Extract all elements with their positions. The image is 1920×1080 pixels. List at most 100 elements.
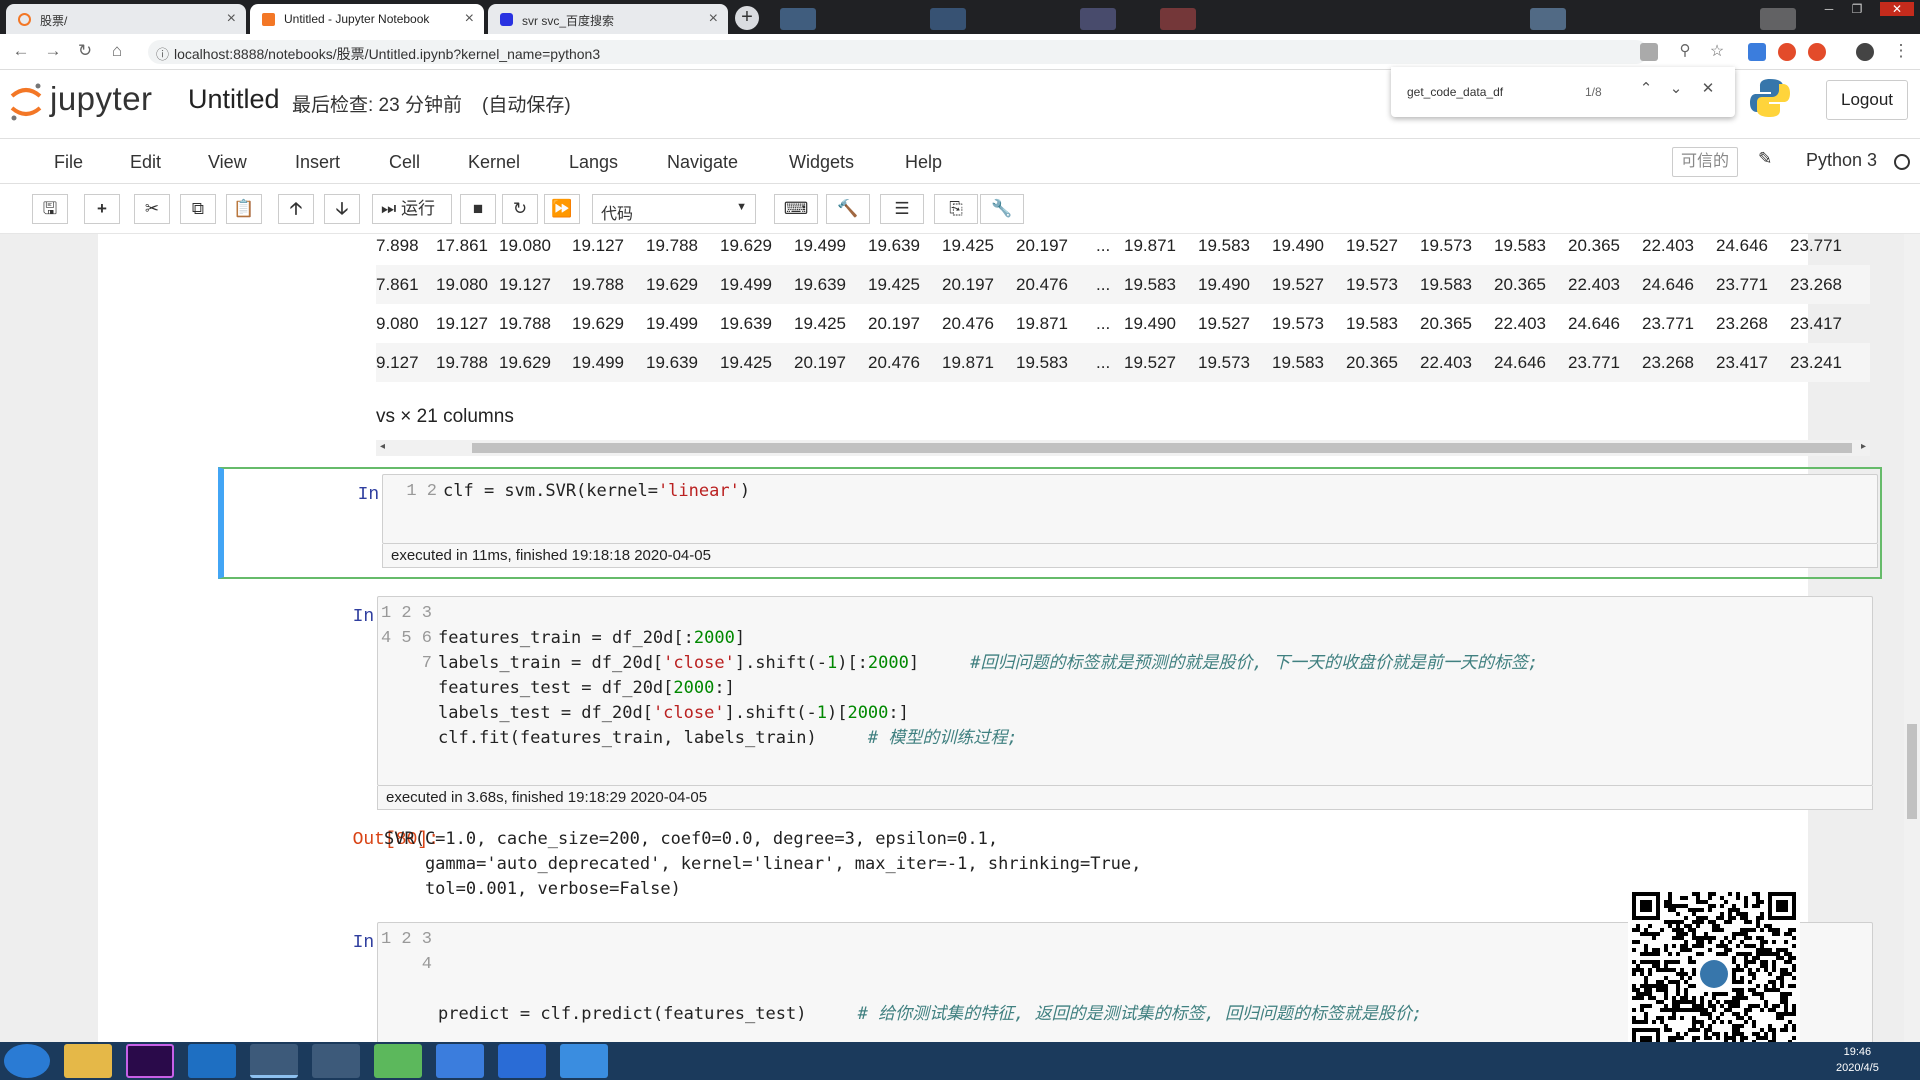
close-tab-icon[interactable]: × [227,10,236,28]
move-down-icon[interactable]: 🡣 [324,194,360,224]
start-button-icon[interactable] [4,1044,50,1078]
run-label: 运行 [401,199,436,218]
jupyter-app-icon[interactable] [312,1044,360,1078]
edit-pencil-icon[interactable]: ✎ [1758,149,1772,169]
keyboard-icon[interactable]: ⌨ [774,194,818,224]
scroll-left-icon[interactable]: ◂ [380,441,385,452]
scrollbar-thumb[interactable] [1907,724,1917,819]
close-tab-icon[interactable]: × [709,10,718,28]
menu-help[interactable]: Help [905,152,942,173]
minimize-icon[interactable]: ─ [1818,2,1840,16]
cell-input[interactable]: 1 2 clf = svm.SVR(kernel='linear') [382,474,1878,544]
dataframe-cell: 19.080 [499,236,551,255]
find-close-icon[interactable]: ✕ [1699,79,1717,97]
list-icon[interactable]: ☰ [880,194,924,224]
profile-icon[interactable] [1856,43,1874,61]
code-editor[interactable]: predict = clf.predict(features_test) # 给… [438,927,1422,1027]
dataframe-cell: 9.080 [376,314,419,333]
scroll-right-icon[interactable]: ▸ [1861,441,1866,452]
zoom-icon[interactable]: ⚲ [1674,41,1696,59]
menu-cell[interactable]: Cell [389,152,420,173]
interrupt-icon[interactable]: ■ [460,194,496,224]
restore-icon[interactable]: ❐ [1846,2,1868,16]
back-icon[interactable]: ← [10,41,32,61]
extension-icon[interactable] [1808,43,1826,61]
code-cell-80[interactable]: In [80]: 1 2 3 4 5 6 7 features_train = … [218,590,1882,900]
cut-icon[interactable]: ✂ [134,194,170,224]
move-up-icon[interactable]: 🡡 [278,194,314,224]
chrome-icon[interactable] [250,1044,298,1078]
restart-run-all-icon[interactable]: ⏩ [544,194,580,224]
restart-icon[interactable]: ↻ [502,194,538,224]
url-text: localhost:8888/notebooks/股票/Untitled.ipy… [174,46,601,62]
hammer-icon[interactable]: 🔨 [826,194,870,224]
reload-icon[interactable]: ↻ [74,41,96,61]
jupyter-logo-icon[interactable] [8,80,44,124]
code-editor[interactable]: features_train = df_20d[:2000] labels_tr… [438,601,1538,751]
cell-input[interactable]: 1 2 3 4 5 6 7 features_train = df_20d[:2… [377,596,1873,786]
insert-cell-icon[interactable]: + [84,194,120,224]
run-step-icon: ⏭ [381,199,397,218]
paste-icon[interactable]: 📋 [226,194,262,224]
menu-widgets[interactable]: Widgets [789,152,854,173]
home-icon[interactable]: ⌂ [106,41,128,61]
notebook-title[interactable]: Untitled [188,84,280,115]
find-input[interactable]: get_code_data_df [1407,85,1503,99]
site-info-icon[interactable]: ⓘ [156,44,169,63]
bookmark-star-icon[interactable]: ☆ [1706,41,1728,61]
vscode-icon[interactable] [188,1044,236,1078]
window-close-icon[interactable]: ✕ [1880,2,1914,16]
find-next-icon[interactable]: ⌄ [1667,79,1685,97]
premiere-icon[interactable] [126,1044,174,1078]
menu-kernel[interactable]: Kernel [468,152,520,173]
menu-view[interactable]: View [208,152,247,173]
dataframe-cell: 19.583 [1494,236,1546,255]
translate-icon[interactable] [1640,43,1658,61]
tab-untitled-notebook[interactable]: Untitled - Jupyter Notebook × [250,4,484,34]
feishu-icon[interactable] [436,1044,484,1078]
copy-icon[interactable]: ⧉ [180,194,216,224]
save-icon[interactable]: 🖫 [32,194,68,224]
trusted-badge[interactable]: 可信的 [1672,147,1738,177]
toc-icon[interactable]: ⎘ [934,194,978,224]
file-explorer-icon[interactable] [64,1044,112,1078]
wechat-icon[interactable] [374,1044,422,1078]
horizontal-scrollbar[interactable]: ◂ ▸ [376,440,1870,456]
extension-icon[interactable] [1778,43,1796,61]
run-button[interactable]: ⏭ 运行 [372,194,452,224]
code-editor[interactable]: clf = svm.SVR(kernel='linear') [443,479,750,504]
find-previous-icon[interactable]: ⌃ [1637,79,1655,97]
dataframe-cell: 19.527 [1124,353,1176,372]
recorder-icon[interactable] [560,1044,608,1078]
menu-file[interactable]: File [54,152,83,173]
dataframe-cell: 23.241 [1790,353,1842,372]
system-clock[interactable]: 19:46 2020/4/5 [1836,1044,1879,1076]
kernel-name[interactable]: Python 3 [1806,150,1877,171]
menu-insert[interactable]: Insert [295,152,340,173]
menu-navigate[interactable]: Navigate [667,152,738,173]
dataframe-cell: 19.871 [1016,314,1068,333]
tab-stocks[interactable]: 股票/ × [6,4,246,34]
address-bar: ← → ↻ ⌂ ⓘ localhost:8888/notebooks/股票/Un… [0,34,1920,70]
extension-icon[interactable] [1748,43,1766,61]
cell-type-select[interactable]: 代码 ▼ [592,194,756,224]
close-tab-icon[interactable]: × [465,10,474,28]
code-cell-79[interactable]: In [79]: 1 2 clf = svm.SVR(kernel='linea… [218,467,1882,579]
menu-langs[interactable]: Langs [569,152,618,173]
desktop-icon [1760,8,1796,30]
forward-icon[interactable]: → [42,41,64,61]
dataframe-cell: 20.197 [868,314,920,333]
browser-menu-icon[interactable]: ⋮ [1890,41,1912,61]
shield-icon[interactable] [498,1044,546,1078]
dataframe-cell: 20.476 [942,314,994,333]
new-tab-button[interactable]: + [735,6,759,30]
tab-baidu-search[interactable]: svr svc_百度搜索 × [488,4,728,34]
vertical-scrollbar[interactable] [1904,234,1920,1042]
logout-button[interactable]: Logout [1826,80,1908,120]
dataframe-cell: 19.629 [646,275,698,294]
url-field[interactable]: ⓘ localhost:8888/notebooks/股票/Untitled.i… [148,40,1648,64]
jupyter-wordmark[interactable]: jupyter [50,80,153,118]
scrollbar-thumb[interactable] [472,443,1852,453]
wrench-icon[interactable]: 🔧 [980,194,1024,224]
menu-edit[interactable]: Edit [130,152,161,173]
